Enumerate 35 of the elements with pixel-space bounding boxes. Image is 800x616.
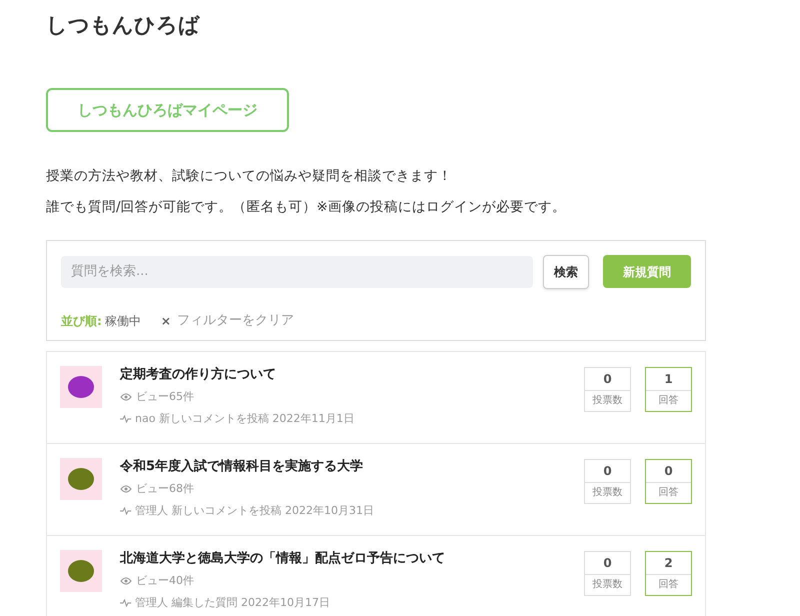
vote-count: 0 <box>585 460 630 483</box>
question-title[interactable]: 令和5年度入試で情報科目を実施する大学 <box>120 458 584 476</box>
eye-icon <box>120 485 132 494</box>
intro-text: 誰でも質問/回答が可能です。（匿名も可）※画像の投稿にはログインが必要です。 <box>46 198 567 218</box>
view-count: ビュー68件 <box>136 481 194 497</box>
search-button[interactable]: 検索 <box>543 254 589 288</box>
vote-label: 投票数 <box>592 578 624 592</box>
vote-label: 投票数 <box>592 486 624 500</box>
view-count: ビュー40件 <box>136 573 194 589</box>
answer-count: 0 <box>646 460 691 483</box>
question-title[interactable]: 北海道大学と徳島大学の「情報」配点ゼロ予告について <box>120 550 584 568</box>
vote-count: 0 <box>585 368 630 391</box>
sort-value[interactable]: 稼働中 <box>104 312 141 330</box>
eye-icon <box>120 577 132 586</box>
activity-icon <box>120 598 131 607</box>
vote-count: 0 <box>585 552 630 575</box>
eye-icon <box>120 393 132 402</box>
site-title: しつもんひろば <box>46 12 201 39</box>
search-field[interactable]: 質問を検索... <box>61 256 533 288</box>
clear-icon[interactable]: × <box>160 312 171 330</box>
answer-count: 1 <box>646 368 691 391</box>
activity-icon <box>120 506 131 515</box>
activity-icon <box>120 414 131 423</box>
question-title[interactable]: 定期考査の作り方について <box>120 366 584 384</box>
activity-text: nao 新しいコメントを投稿 2022年11月1日 <box>135 410 354 426</box>
view-count: ビュー65件 <box>136 389 194 405</box>
answer-label: 回答 <box>658 578 680 592</box>
answer-count: 2 <box>646 552 691 575</box>
answer-label: 回答 <box>658 486 680 500</box>
activity-text: 管理人 編集した質問 2022年10月17日 <box>135 594 330 610</box>
answer-label: 回答 <box>658 394 680 408</box>
activity-text: 管理人 新しいコメントを投稿 2022年10月31日 <box>135 502 374 518</box>
intro-text: 授業の方法や教材、試験についての悩みや疑問を相談できます！ <box>46 167 453 186</box>
vote-label: 投票数 <box>592 394 624 408</box>
sort-label: 並び順: <box>61 313 102 330</box>
